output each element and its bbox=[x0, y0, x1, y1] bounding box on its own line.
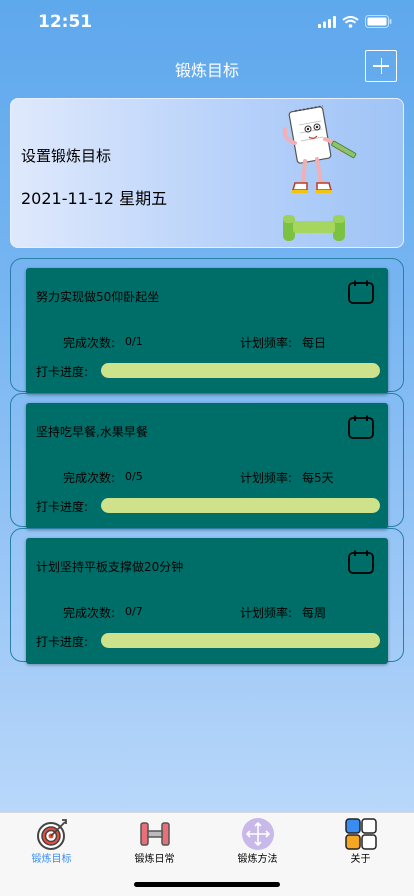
checkin-progress-bar bbox=[101, 633, 380, 648]
goal-card-body[interactable]: 计划坚持平板支撑做20分钟 完成次数: 0/7 计划频率: 每周 打卡进度: bbox=[26, 538, 388, 664]
tab-label: 锻炼方法 bbox=[237, 854, 278, 865]
header-card: 设置锻炼目标 2021-11-12 星期五 bbox=[10, 98, 404, 248]
tab-exercise-goals[interactable]: 锻炼目标 bbox=[0, 813, 103, 873]
checkin-progress-label: 打卡进度: bbox=[36, 635, 89, 649]
battery-icon bbox=[365, 15, 392, 28]
goal-card[interactable]: 努力实现做50仰卧起坐 完成次数: 0/1 计划频率: 每日 打卡进度: bbox=[10, 258, 404, 394]
checkin-progress-bar bbox=[101, 498, 380, 513]
calendar-icon[interactable] bbox=[348, 550, 374, 574]
plan-frequency-label: 计划频率: bbox=[240, 606, 293, 620]
grid-icon bbox=[345, 818, 377, 850]
goal-name: 计划坚持平板支撑做20分钟 bbox=[36, 560, 184, 574]
signal-icon bbox=[318, 15, 336, 28]
header-date: 2021-11-12 星期五 bbox=[21, 189, 168, 208]
tab-label: 锻炼目标 bbox=[31, 854, 72, 865]
checkin-progress-label: 打卡进度: bbox=[36, 365, 89, 379]
wifi-icon bbox=[342, 15, 359, 28]
calendar-icon[interactable] bbox=[348, 280, 374, 304]
checkin-progress-label: 打卡进度: bbox=[36, 500, 89, 514]
plan-frequency-label: 计划频率: bbox=[240, 471, 293, 485]
status-time: 12:51 bbox=[38, 12, 93, 32]
tab-label: 关于 bbox=[350, 854, 371, 865]
plan-frequency-label: 计划频率: bbox=[240, 336, 293, 350]
move-arrows-icon bbox=[242, 818, 274, 850]
calendar-icon[interactable] bbox=[348, 415, 374, 439]
plan-frequency-value: 每日 bbox=[302, 336, 327, 350]
goal-card[interactable]: 坚持吃早餐,水果早餐 完成次数: 0/5 计划频率: 每5天 打卡进度: bbox=[10, 393, 404, 529]
goal-list: 努力实现做50仰卧起坐 完成次数: 0/1 计划频率: 每日 打卡进度: 坚持吃… bbox=[10, 258, 404, 664]
tab-label: 锻炼日常 bbox=[134, 854, 175, 865]
checkin-progress-bar bbox=[101, 363, 380, 378]
status-icons bbox=[318, 15, 392, 28]
plan-frequency-value: 每周 bbox=[302, 606, 327, 620]
status-bar: 12:51 bbox=[0, 0, 414, 46]
tab-exercise-daily[interactable]: 锻炼日常 bbox=[103, 813, 206, 873]
goal-card-body[interactable]: 努力实现做50仰卧起坐 完成次数: 0/1 计划频率: 每日 打卡进度: bbox=[26, 268, 388, 394]
completion-count-label: 完成次数: bbox=[63, 336, 116, 350]
navigation-bar: 锻炼目标 bbox=[0, 46, 414, 90]
header-title: 设置锻炼目标 bbox=[21, 147, 112, 165]
completion-count-label: 完成次数: bbox=[63, 471, 116, 485]
tab-about[interactable]: 关于 bbox=[309, 813, 412, 873]
home-indicator bbox=[134, 882, 280, 887]
goal-name: 努力实现做50仰卧起坐 bbox=[36, 290, 160, 304]
add-goal-button[interactable] bbox=[365, 50, 397, 82]
tab-exercise-methods[interactable]: 锻炼方法 bbox=[206, 813, 309, 873]
completion-count-value: 0/5 bbox=[125, 470, 143, 483]
goal-card[interactable]: 计划坚持平板支撑做20分钟 完成次数: 0/7 计划频率: 每周 打卡进度: bbox=[10, 528, 404, 664]
dumbbell-icon bbox=[140, 822, 170, 846]
completion-count-label: 完成次数: bbox=[63, 606, 116, 620]
goal-card-body[interactable]: 坚持吃早餐,水果早餐 完成次数: 0/5 计划频率: 每5天 打卡进度: bbox=[26, 403, 388, 529]
completion-count-value: 0/7 bbox=[125, 605, 143, 618]
plan-frequency-value: 每5天 bbox=[302, 471, 334, 485]
notebook-mascot-illustration bbox=[282, 105, 357, 241]
target-icon bbox=[37, 819, 67, 850]
goal-name: 坚持吃早餐,水果早餐 bbox=[36, 425, 148, 439]
page-title: 锻炼目标 bbox=[174, 61, 239, 80]
completion-count-value: 0/1 bbox=[125, 335, 143, 348]
